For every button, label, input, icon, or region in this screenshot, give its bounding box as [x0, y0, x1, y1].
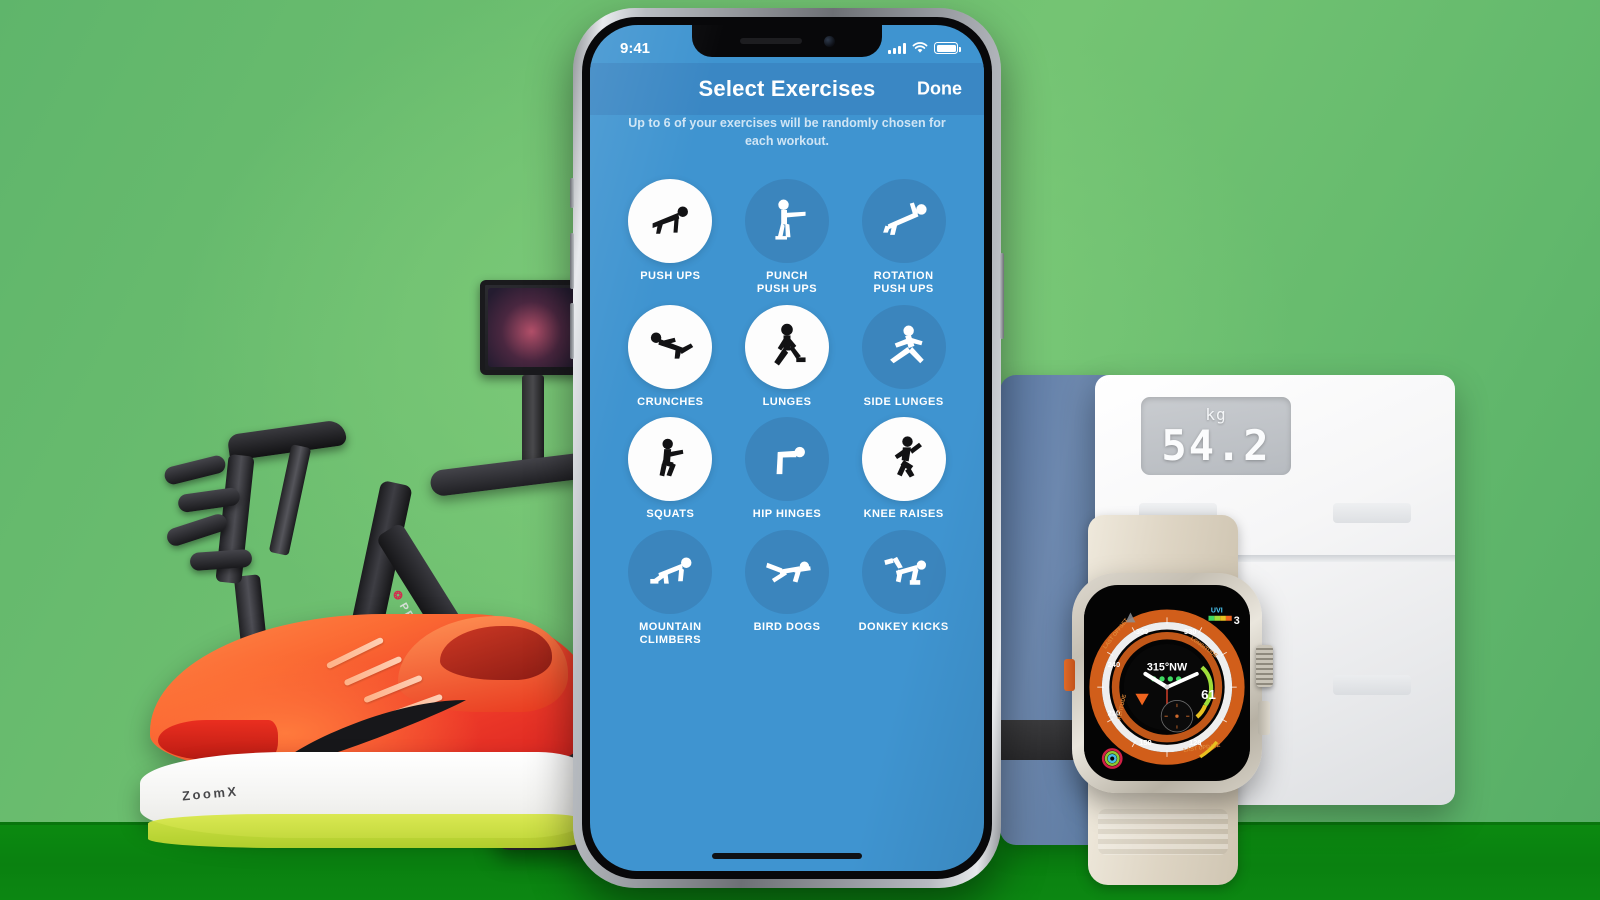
exercise-label: SIDE LUNGES: [863, 395, 944, 408]
instruction-text: Up to 6 of your exercises will be random…: [628, 116, 946, 148]
hip-hinges-icon[interactable]: [744, 417, 829, 502]
watch-digital-crown[interactable]: [1256, 645, 1273, 687]
exercise-label: BIRD DOGS: [753, 620, 821, 633]
shoe-outsole: [148, 814, 600, 848]
watch-metric-value: 61: [1201, 687, 1216, 702]
exercise-label: CRUNCHES: [637, 395, 704, 408]
bike-accessory-handles: [160, 453, 310, 585]
exercise-cell[interactable]: PUSH UPS: [612, 179, 729, 297]
phone-mute-switch[interactable]: [570, 178, 574, 208]
phone-volume-up-button[interactable]: [570, 233, 574, 289]
cellular-bars-icon: [888, 42, 906, 54]
exercise-grid: PUSH UPS PUNCH PUSH UPS ROTATION PUSH UPS CRU…: [590, 171, 984, 871]
scale-electrode-br: [1333, 675, 1411, 695]
crunches-icon[interactable]: [628, 304, 713, 389]
exercise-cell[interactable]: SIDE LUNGES: [845, 304, 962, 409]
scale-display: kg 54.2: [1141, 397, 1291, 475]
phone-notch: [692, 25, 882, 57]
front-camera-icon: [823, 35, 835, 47]
watch-action-button[interactable]: [1064, 659, 1075, 691]
exercise-label: SQUATS: [646, 508, 695, 521]
phone-screen[interactable]: 9:41 Select Exercises Done Up to 6 of yo…: [590, 25, 984, 871]
exercise-label: HIP HINGES: [752, 508, 822, 521]
knee-raises-icon[interactable]: [861, 417, 946, 502]
squats-icon[interactable]: [628, 417, 713, 502]
exercise-cell[interactable]: BIRD DOGS: [729, 529, 846, 648]
exercise-label: MOUNTAIN CLIMBERS: [639, 620, 702, 647]
phone-power-button[interactable]: [1000, 253, 1004, 339]
exercise-cell[interactable]: ROTATION PUSH UPS: [845, 179, 962, 297]
scale-electrode-tr: [1333, 503, 1411, 523]
watch-tick-240: 240: [1108, 660, 1120, 669]
watch-case: 300 330 240 210 150 120 315°NW 61 UVI 3 …: [1064, 573, 1273, 793]
rotation-push-ups-icon[interactable]: [861, 179, 946, 263]
donkey-kicks-icon[interactable]: [861, 529, 946, 614]
bike-screen-post: [522, 375, 544, 470]
wifi-icon: [912, 42, 928, 54]
watch-tick-150: 150: [1139, 738, 1151, 747]
exercise-label: PUNCH PUSH UPS: [756, 270, 818, 296]
punch-push-ups-icon[interactable]: [744, 179, 829, 263]
watch-side-button[interactable]: [1258, 701, 1270, 735]
push-ups-icon[interactable]: [628, 179, 713, 263]
mountain-climbers-icon[interactable]: [628, 529, 713, 614]
phone-volume-down-button[interactable]: [570, 303, 574, 359]
exercise-cell[interactable]: KNEE RAISES: [845, 417, 962, 521]
exercise-cell[interactable]: CRUNCHES: [612, 304, 729, 409]
scale-weight-value: 54.2: [1161, 421, 1271, 470]
smartwatch: 300 330 240 210 150 120 315°NW 61 UVI 3 …: [1048, 515, 1303, 885]
running-shoe: ZoomX: [140, 600, 610, 870]
exercise-cell[interactable]: SQUATS: [612, 417, 729, 521]
done-button[interactable]: Done: [917, 79, 962, 100]
exercise-cell[interactable]: DONKEY KICKS: [845, 529, 962, 648]
watch-heading-text: 315°NW: [1147, 662, 1188, 674]
home-indicator[interactable]: [712, 853, 862, 859]
exercise-cell[interactable]: PUNCH PUSH UPS: [729, 179, 846, 297]
exercise-label: PUSH UPS: [640, 270, 701, 282]
watch-uv-label: UVI: [1211, 607, 1223, 614]
exercise-label: LUNGES: [762, 395, 812, 408]
exercise-cell[interactable]: LUNGES: [729, 304, 846, 409]
exercise-cell[interactable]: MOUNTAIN CLIMBERS: [612, 529, 729, 648]
bird-dogs-icon[interactable]: [744, 529, 829, 614]
status-bar-time: 9:41: [620, 39, 651, 57]
exercise-label: DONKEY KICKS: [858, 620, 949, 633]
watch-tick-330: 330: [1184, 627, 1196, 636]
watch-face-wayfinder[interactable]: 300 330 240 210 150 120 315°NW 61 UVI 3 …: [1084, 585, 1250, 781]
iphone-device: 9:41 Select Exercises Done Up to 6 of yo…: [570, 8, 1004, 888]
exercise-label: KNEE RAISES: [863, 508, 944, 521]
battery-full-icon: [934, 42, 961, 54]
watch-uv-value: 3: [1234, 615, 1240, 627]
page-title: Select Exercises: [698, 76, 876, 101]
lunges-icon[interactable]: [744, 304, 829, 389]
exercise-label: ROTATION PUSH UPS: [873, 270, 934, 296]
exercise-cell[interactable]: HIP HINGES: [729, 417, 846, 521]
navigation-bar: Select Exercises Done: [590, 63, 984, 115]
watch-tick-300: 300: [1136, 627, 1148, 636]
earpiece-speaker-icon: [739, 38, 802, 44]
side-lunges-icon[interactable]: [861, 304, 946, 389]
